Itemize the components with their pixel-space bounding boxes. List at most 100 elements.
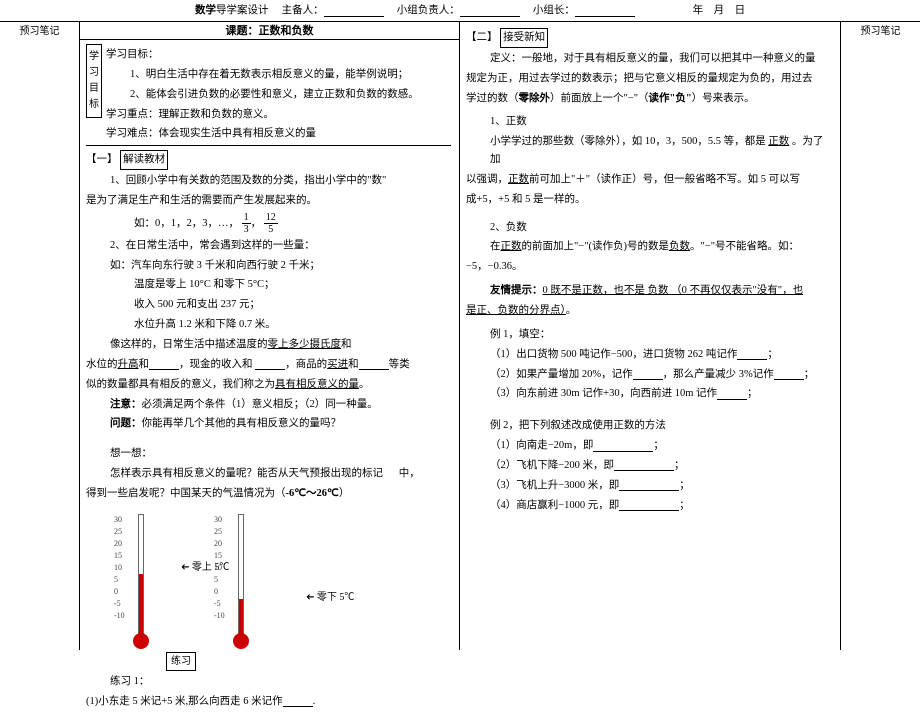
right-content: 【二】 接受新知 定义：一般地，对于具有相反意义的量，我们可以把其中一种意义的量… — [460, 22, 840, 520]
goal-focus: 学习重点：理解正数和负数的意义。 — [106, 106, 451, 124]
group-leader-label: 小组负责人： — [397, 5, 460, 16]
sec2-p4: 在正数的前面加上"−"(读作负)号的数是负数。"−"号不能省略。如： — [466, 238, 832, 256]
ex1-2a: （2）如果产量增加 20%，记作 — [490, 369, 633, 380]
sec1-p3: 2、在日常生活中，常会遇到这样的一些量： — [86, 237, 451, 255]
sec1-p8: 像这样的，日常生活中描述温度的零上多少摄氏度和 — [86, 336, 451, 354]
goal-difficulty: 学习难点：体会现实生活中具有相反意义的量 — [106, 125, 451, 143]
tip1a: 0 既不是 — [543, 285, 582, 296]
ex1-2: （2）如果产量增加 20%，记作，那么产量减少 3%记作； — [466, 366, 832, 384]
sec2-tag-box: 接受新知 — [500, 28, 548, 48]
sec1-q: 问题：你能再举几个其他的具有相反意义的量吗？ — [86, 415, 451, 433]
sec1-p9: 水位的升高和，现金的收入和 ，商品的买进和等类 — [86, 356, 451, 374]
mercury-right — [239, 599, 243, 634]
goals-heading: 学习目标： — [106, 46, 451, 64]
note-label: 注意： — [110, 399, 142, 410]
tick: 5 — [214, 574, 225, 586]
header-subject: 数学 — [195, 5, 216, 16]
group-leader-blank[interactable] — [460, 5, 520, 17]
goal-1: 1、明白生活中存在着无数表示相反意义的量，能举例说明； — [106, 66, 451, 84]
sec2-p5: −5，−0.36。 — [466, 258, 832, 276]
month-label: 月 — [714, 5, 725, 16]
blank-ex2-2[interactable] — [614, 459, 674, 471]
team-leader-blank[interactable] — [575, 5, 635, 17]
sec1-p1a: 1、回顾小学中有关数的范围及数的分类，指出小学中的"数" — [86, 172, 451, 190]
def3c: ）前面放上一个"−"（ — [550, 93, 649, 104]
think-q3: 得到一些启发呢？中国某天的气温情况为（ — [86, 488, 286, 499]
p4a: 在 — [490, 241, 501, 252]
think-label: 想一想： — [86, 445, 451, 463]
blank-ex2-4[interactable] — [619, 499, 679, 511]
blank-ex1-1[interactable] — [737, 348, 767, 360]
blank-ex1-3[interactable] — [717, 388, 747, 400]
right-sidebar-label: 预习笔记 — [861, 26, 901, 37]
sec1-p8c: 和 — [341, 339, 352, 350]
mercury-left — [139, 574, 143, 634]
tip1c: ，也不是 — [603, 285, 645, 296]
left-sidebar-label: 预习笔记 — [20, 26, 60, 37]
goals-vert-label: 学习目标 — [86, 44, 102, 118]
ex1-3: （3）向东前进 30m 记作+30，向西前进 10m 记作； — [466, 385, 832, 403]
sec1-p10: 似的数量都具有相反的意义，我们称之为具有相反意义的量。 — [86, 376, 451, 394]
year-label: 年 — [693, 5, 704, 16]
tip2: 是正、负数的分界点） — [466, 305, 566, 316]
thermo-right-text: 零下 5℃ — [317, 592, 355, 603]
sec1-p9d: ，现金的收入和 — [179, 359, 253, 370]
sec2-p1: 小学学过的那些数（零除外），如 10，3，500，5.5 等，都是 正数 。为了… — [466, 133, 832, 169]
sec2-tip: 友情提示：0 既不是正数，也不是 负数 （0 不再仅仅表示"没有"，也 — [466, 282, 832, 300]
sec1-p10c: 。 — [359, 379, 370, 390]
sec2-p3: 成+5，+5 和 5 是一样的。 — [466, 191, 832, 209]
tip-line1: 0 既不是正数，也不是 负数 （0 不再仅仅表示"没有"，也 — [543, 285, 804, 296]
ex1-2b: ，那么产量减少 3%记作 — [663, 369, 774, 380]
page-header: 数学导学案设计 主备人： 小组负责人： 小组长： 年 月 日 — [0, 0, 920, 22]
sec2-def3: 学过的数（零除外）前面放上一个"−"（读作"负"）号来表示。 — [466, 90, 832, 108]
sec1-p9f: 买进 — [327, 359, 348, 370]
sec1-p5: 温度是零上 10°C 和零下 5°C； — [86, 276, 451, 294]
sec1-p9c: 和 — [139, 359, 150, 370]
goals-body: 学习目标： 1、明白生活中存在着无数表示相反意义的量，能举例说明； 2、能体会引… — [106, 46, 451, 143]
tip1e: （0 不再仅仅表示"没有"，也 — [671, 285, 803, 296]
think-temp: -6℃～26℃ — [286, 488, 339, 499]
blank-2[interactable] — [255, 358, 285, 370]
team-leader-label: 小组长： — [533, 5, 575, 16]
think-q: 怎样表示具有相反意义的量呢？能否从天气预报出现的标记 中， — [86, 465, 451, 483]
blank-1[interactable] — [149, 358, 179, 370]
sec2-h2: 2、负数 — [466, 219, 832, 237]
tick: 20 — [114, 538, 125, 550]
def3b: 零除外 — [519, 93, 551, 104]
q-text: 你能再举几个其他的具有相反意义的量吗？ — [142, 418, 342, 429]
sec2-tag: 【二】 — [466, 32, 498, 43]
bulb-right — [233, 633, 249, 649]
tick: 0 — [214, 586, 225, 598]
blank-ex2-1[interactable] — [593, 440, 653, 452]
ticks-left: 302520151050-5-10 — [114, 514, 125, 622]
sec2-def2: 规定为正，用过去学过的数表示；把与它意义相反的量规定为负的，用过去 — [466, 70, 832, 88]
sec1-p8b: 零上多少摄氏度 — [268, 339, 342, 350]
sec2-h1: 1、正数 — [466, 113, 832, 131]
practice-box: 练习 — [166, 652, 196, 671]
sec1-p1b: 是为了满足生产和生活的需要而产生发展起来的。 — [86, 192, 451, 210]
tick: 20 — [214, 538, 225, 550]
blank-p1[interactable] — [283, 695, 313, 707]
ex2-2-text: （2）飞机下降−200 米，即 — [490, 460, 614, 471]
tick: -10 — [114, 610, 125, 622]
sec1-p4: 如：汽车向东行驶 3 千米和向西行驶 2 千米； — [86, 257, 451, 275]
ex2-2: （2）飞机下降−200 米，即； — [466, 457, 832, 475]
practice-1-q: (1)小东走 5 米记+5 米,那么向西走 6 米记作. — [86, 693, 451, 711]
host-blank[interactable] — [324, 5, 384, 17]
p1a: 小学学过的那些数（零除外），如 10，3，500，5.5 等，都是 — [490, 136, 766, 147]
spacer — [86, 435, 451, 443]
blank-ex1-2a[interactable] — [633, 368, 663, 380]
right-column: 【二】 接受新知 定义：一般地，对于具有相反意义的量，我们可以把其中一种意义的量… — [460, 22, 840, 650]
blank-ex2-3[interactable] — [619, 479, 679, 491]
thermometer-left: 302520151050-5-10 — [106, 509, 176, 669]
blank-3[interactable] — [359, 358, 389, 370]
day-label: 日 — [735, 5, 746, 16]
ticks-right: 302520151050-5-10 — [214, 514, 225, 622]
sec1-p2-text: 如：0，1，2，3，…， — [134, 218, 239, 229]
ex2-4: （4）商店赢利−1000 元，即； — [466, 497, 832, 515]
blank-ex1-2b[interactable] — [774, 368, 804, 380]
q-label: 问题： — [110, 418, 142, 429]
arrow-icon: ➔ — [306, 589, 314, 606]
ex1-1-text: （1）出口货物 500 吨记作−500，进口货物 262 吨记作 — [490, 349, 737, 360]
ex2-3-text: （3）飞机上升−3000 米，即 — [490, 480, 619, 491]
